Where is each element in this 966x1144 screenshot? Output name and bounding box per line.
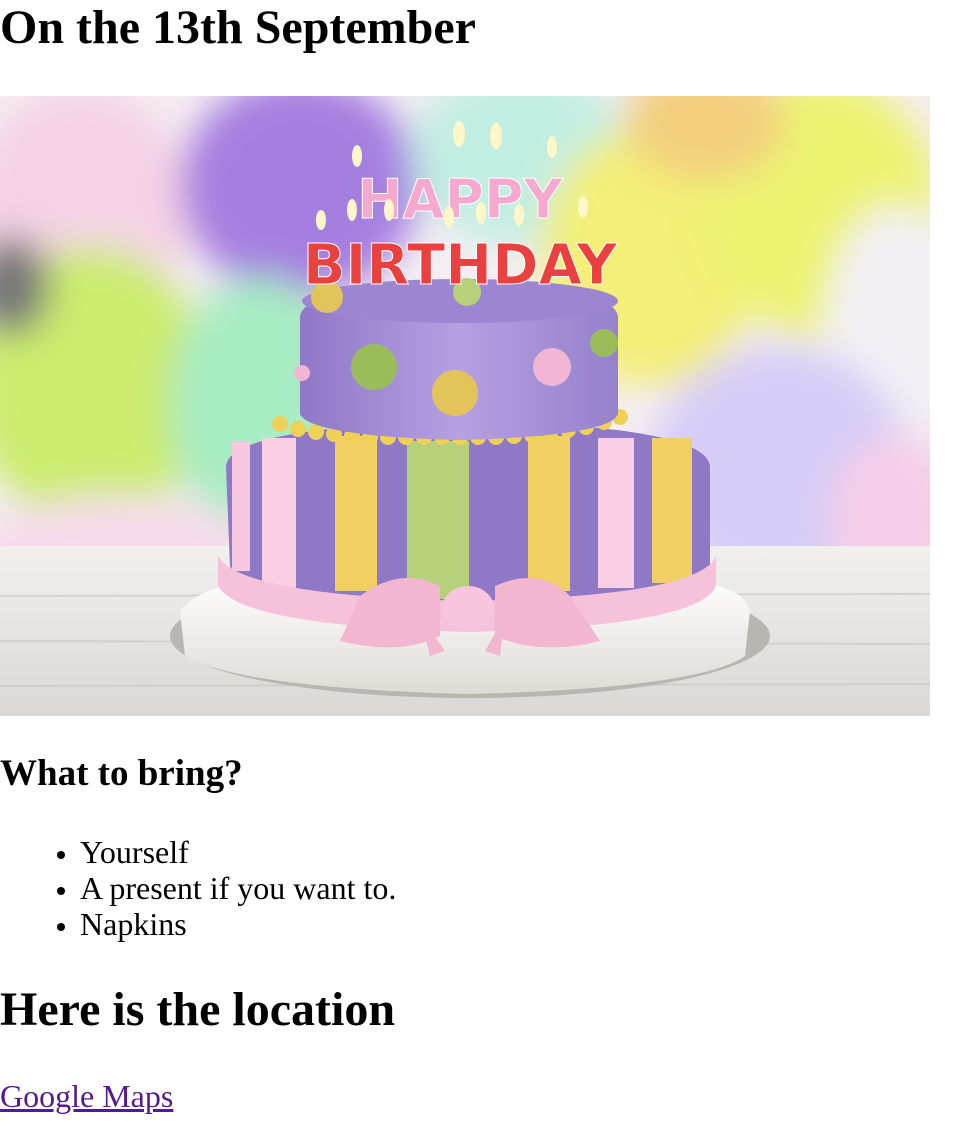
location-heading: Here is the location [0, 983, 396, 1036]
list-item: A present if you want to. [80, 870, 396, 906]
birthday-cake-image: HAPPY BIRTHDAY [0, 96, 930, 716]
google-maps-link[interactable]: Google Maps [0, 1078, 173, 1114]
bring-list: Yourself A present if you want to. Napki… [0, 834, 396, 942]
list-item: Napkins [80, 906, 396, 942]
candle-letters-bottom: BIRTHDAY [303, 233, 619, 298]
date-heading: On the 13th September [0, 1, 476, 54]
what-to-bring-heading: What to bring? [0, 753, 243, 794]
list-item: Yourself [80, 834, 396, 870]
